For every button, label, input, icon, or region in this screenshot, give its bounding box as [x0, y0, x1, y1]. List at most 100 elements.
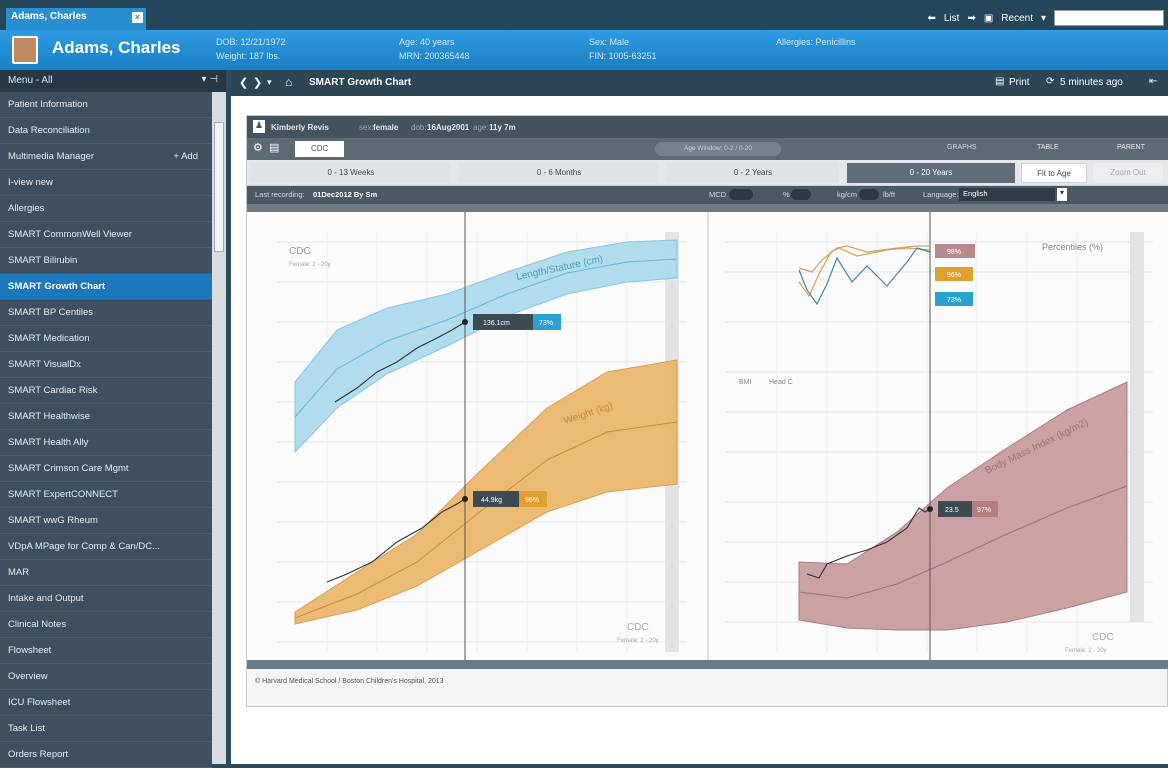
menu-item[interactable]: SMART Bilirubin	[0, 248, 212, 274]
range-button[interactable]: 0 - 6 Months	[459, 163, 659, 183]
chevron-down-icon[interactable]: ▾	[1041, 13, 1046, 24]
search-hint[interactable]: Age Window: 0-2 / 0-20	[655, 142, 781, 156]
pin-icon[interactable]: ▾ ⊣	[201, 74, 218, 85]
menu-item[interactable]: Task List	[0, 716, 212, 742]
menu-item[interactable]: Multimedia Manager + Add	[0, 144, 212, 170]
stature-marker[interactable]: 136.1cm 73%	[462, 314, 561, 330]
menu-item-label: Task List	[8, 723, 45, 734]
expand-icon[interactable]: ⇤	[1149, 76, 1157, 87]
age-range-selector: 0 - 13 Weeks 0 - 6 Months 0 - 2 Years 0 - 2…	[247, 160, 1168, 186]
zoom-out-button[interactable]: Zoom Out	[1093, 163, 1163, 183]
scrollbar-thumb[interactable]	[214, 122, 224, 252]
menu-item[interactable]: ICU Flowsheet	[0, 690, 212, 716]
print-button[interactable]: Print	[1009, 77, 1030, 88]
menu-list: Patient Information Data Reconciliation Mu…	[0, 92, 212, 768]
menu-item[interactable]: Data Reconciliation	[0, 118, 212, 144]
language-select[interactable]: English	[959, 188, 1055, 201]
age: Age: 40 years	[399, 37, 455, 47]
menu-item[interactable]: VDpA MPage for Comp & Can/DC...	[0, 534, 212, 560]
menu-item[interactable]: MAR	[0, 560, 212, 586]
stature-sub: Female: 2 - 20y	[289, 262, 331, 268]
menu-item-label: Data Reconciliation	[8, 125, 90, 136]
menu-item-label: SMART Growth Chart	[8, 281, 106, 292]
refresh-icon[interactable]: ⟳	[1046, 76, 1054, 87]
graphs-tab[interactable]: GRAPHS	[947, 144, 977, 151]
menu-item-label: ICU Flowsheet	[8, 697, 71, 708]
weight-marker[interactable]: 44.9kg 96%	[462, 491, 547, 507]
menu-header-label: Menu - All	[8, 75, 53, 86]
menu-item[interactable]: SMART Cardiac Risk	[0, 378, 212, 404]
menu-item[interactable]: SMART CommonWell Viewer	[0, 222, 212, 248]
age-label: age:	[473, 123, 489, 132]
bmi-source: CDC	[1092, 632, 1114, 643]
child-age: 11y 7m	[489, 123, 516, 132]
print-icon[interactable]: ▤	[995, 76, 1004, 87]
menu-item[interactable]: SMART Crimson Care Mgmt	[0, 456, 212, 482]
menu-item[interactable]: SMART Health Ally	[0, 430, 212, 456]
menu-item[interactable]: Orders Report	[0, 742, 212, 768]
source-tab[interactable]: CDC	[295, 141, 345, 157]
menu-item[interactable]: Allergies	[0, 196, 212, 222]
menu-item[interactable]: I-view new	[0, 170, 212, 196]
weight-sub: Female: 2 - 20y	[617, 638, 659, 644]
mcd-toggle[interactable]	[729, 189, 753, 200]
last-recording-label: Last recording:	[255, 190, 305, 199]
history-dropdown-icon[interactable]: ▾	[267, 77, 272, 88]
menu-item[interactable]: Patient Information	[0, 92, 212, 118]
recent-link[interactable]: Recent	[1001, 13, 1033, 24]
menu-item-label: Clinical Notes	[8, 619, 67, 630]
add-button[interactable]: + Add	[173, 144, 198, 169]
recent-icon[interactable]: ▣	[984, 13, 993, 24]
weight: Weight: 187 lbs.	[216, 51, 281, 61]
menu-item[interactable]: SMART VisualDx	[0, 352, 212, 378]
fin: FIN: 1005-63251	[589, 51, 657, 61]
menu-item[interactable]: SMART Medication	[0, 326, 212, 352]
list-link[interactable]: List	[944, 13, 960, 24]
chevron-down-icon[interactable]: ▾	[1057, 188, 1067, 201]
pct-toggle[interactable]	[791, 189, 811, 200]
weight-value: 44.9kg	[481, 497, 502, 504]
menu-item[interactable]: Overview	[0, 664, 212, 690]
range-button[interactable]: 0 - 2 Years	[667, 163, 839, 183]
lbft-label: lb/ft	[883, 190, 896, 199]
percentile-labels: 98% 96% 73%	[935, 244, 975, 306]
bmi-value: 23.5	[945, 507, 959, 514]
table-tab[interactable]: TABLE	[1037, 144, 1059, 151]
mrn: MRN: 200365448	[399, 51, 470, 61]
unit-toggle[interactable]	[859, 189, 879, 200]
fit-to-age-button[interactable]: Fit to Age	[1021, 163, 1087, 183]
bmi-pct: 97%	[977, 507, 991, 514]
menu-item[interactable]: SMART BP Centiles	[0, 300, 212, 326]
pct-label: %	[783, 190, 790, 199]
stature-source: CDC	[289, 246, 311, 257]
mcd-label: MCD	[709, 190, 727, 199]
menu-item[interactable]: Intake and Output	[0, 586, 212, 612]
back-icon[interactable]: ❮	[239, 76, 248, 89]
range-button[interactable]: 0 - 13 Weeks	[251, 163, 451, 183]
menu-item[interactable]: SMART Healthwise	[0, 404, 212, 430]
page-title: SMART Growth Chart	[309, 77, 412, 88]
bmi-legend-headc: Head C	[769, 379, 793, 386]
child-sex: female	[373, 123, 399, 132]
stature-pct: 73%	[539, 320, 553, 327]
home-icon[interactable]: ⌂	[285, 75, 292, 89]
forward-icon[interactable]: ❯	[253, 76, 262, 89]
parent-tab[interactable]: PARENT	[1117, 144, 1145, 151]
bmi-sub: Female: 2 - 20y	[1065, 648, 1107, 654]
range-button[interactable]: 0 - 20 Years	[847, 163, 1015, 183]
back-arrow-icon[interactable]: ⬅	[927, 13, 935, 24]
scrollbar[interactable]	[212, 92, 226, 764]
menu-item[interactable]: Clinical Notes	[0, 612, 212, 638]
menu-item[interactable]: SMART ExpertCONNECT	[0, 482, 212, 508]
close-icon[interactable]: ×	[132, 12, 143, 23]
menu-item[interactable]: SMART Growth Chart	[0, 274, 212, 300]
print-icon[interactable]: ▤	[269, 141, 279, 154]
patient-tab[interactable]: Adams, Charles ×	[6, 8, 146, 30]
sex: Sex: Male	[589, 37, 630, 47]
settings-icon[interactable]: ⚙	[253, 141, 263, 154]
menu-item[interactable]: Flowsheet	[0, 638, 212, 664]
menu-item[interactable]: SMART wwG Rheum	[0, 508, 212, 534]
forward-arrow-icon[interactable]: ➡	[967, 13, 975, 24]
search-input[interactable]	[1054, 10, 1164, 26]
menu-header[interactable]: Menu - All ▾ ⊣	[0, 70, 226, 92]
